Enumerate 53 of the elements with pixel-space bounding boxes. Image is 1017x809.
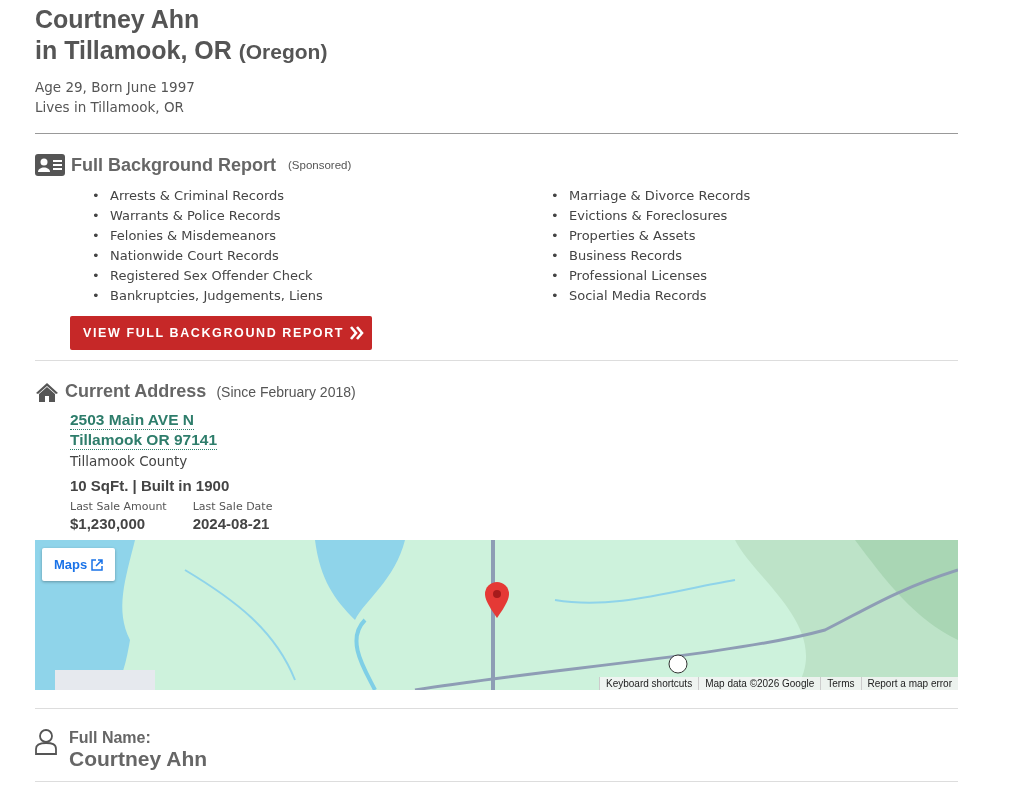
section-title: Current Address — [65, 381, 207, 402]
user-icon — [35, 729, 57, 755]
maps-button[interactable]: Maps — [42, 548, 116, 581]
bullet: • — [551, 247, 559, 265]
record-type-item: Marriage & Divorce Records — [569, 187, 751, 205]
bullet: • — [551, 287, 559, 305]
record-type-item: Properties & Assets — [569, 227, 696, 245]
sponsored-note: (Sponsored) — [288, 159, 352, 171]
section-title: Full Background Report — [71, 154, 276, 176]
residence-text: Lives in Tillamook, OR — [35, 98, 185, 117]
person-location: in Tillamook, OR (Oregon) — [35, 35, 329, 66]
address-link[interactable]: Tillamook OR 97141 — [70, 430, 218, 450]
bullet: • — [92, 227, 100, 245]
id-card-icon — [35, 154, 65, 176]
fact-label: Last Sale Date — [192, 500, 273, 513]
record-type-item: Arrests & Criminal Records — [110, 187, 285, 205]
record-type-item: Business Records — [569, 247, 683, 265]
map-attribution-link[interactable]: Report a map error — [860, 677, 958, 690]
record-type-item: Nationwide Court Records — [110, 247, 279, 265]
full-name-value: Courtney Ahn — [69, 747, 208, 771]
record-type-item: Social Media Records — [569, 287, 707, 305]
address-link[interactable]: 2503 Main AVE N — [70, 410, 195, 430]
since-note: (Since February 2018) — [216, 383, 356, 400]
fact-value: 2024-08-21 — [192, 515, 271, 532]
record-type-item: Bankruptcies, Judgements, Liens — [110, 287, 323, 305]
person-name: Courtney Ahn — [35, 4, 201, 35]
bullet: • — [92, 187, 100, 205]
record-type-item: Registered Sex Offender Check — [110, 267, 313, 285]
map-attribution-link[interactable]: Map data ©2026 Google — [698, 677, 821, 690]
bullet: • — [92, 207, 100, 225]
record-type-item: Professional Licenses — [569, 267, 708, 285]
bullet: • — [92, 267, 100, 285]
county-text: Tillamook County — [70, 453, 189, 469]
record-type-item: Felonies & Misdemeanors — [110, 227, 277, 245]
view-report-button[interactable]: VIEW FULL BACKGROUND REPORT — [70, 316, 373, 350]
bullet: • — [551, 267, 559, 285]
bullet: • — [551, 227, 559, 245]
bullet: • — [551, 207, 559, 225]
age-text: Age 29, Born June 1997 — [35, 78, 196, 97]
fact-value: $1,230,000 — [70, 515, 147, 532]
property-details: 10 SqFt. | Built in 1900 — [70, 477, 231, 494]
external-link-icon — [91, 558, 104, 571]
bullet: • — [92, 287, 100, 305]
map-attribution-link[interactable]: Terms — [820, 677, 861, 690]
field-label: Full Name: — [69, 729, 152, 747]
record-type-item: Warrants & Police Records — [110, 207, 281, 225]
bullet: • — [551, 187, 559, 205]
fact-label: Last Sale Amount — [70, 500, 167, 513]
map-attribution-link[interactable]: Keyboard shortcuts — [599, 677, 699, 690]
home-icon — [35, 381, 59, 402]
bullet: • — [92, 247, 100, 265]
double-chevron-icon — [350, 326, 365, 340]
record-type-item: Evictions & Foreclosures — [569, 207, 728, 225]
